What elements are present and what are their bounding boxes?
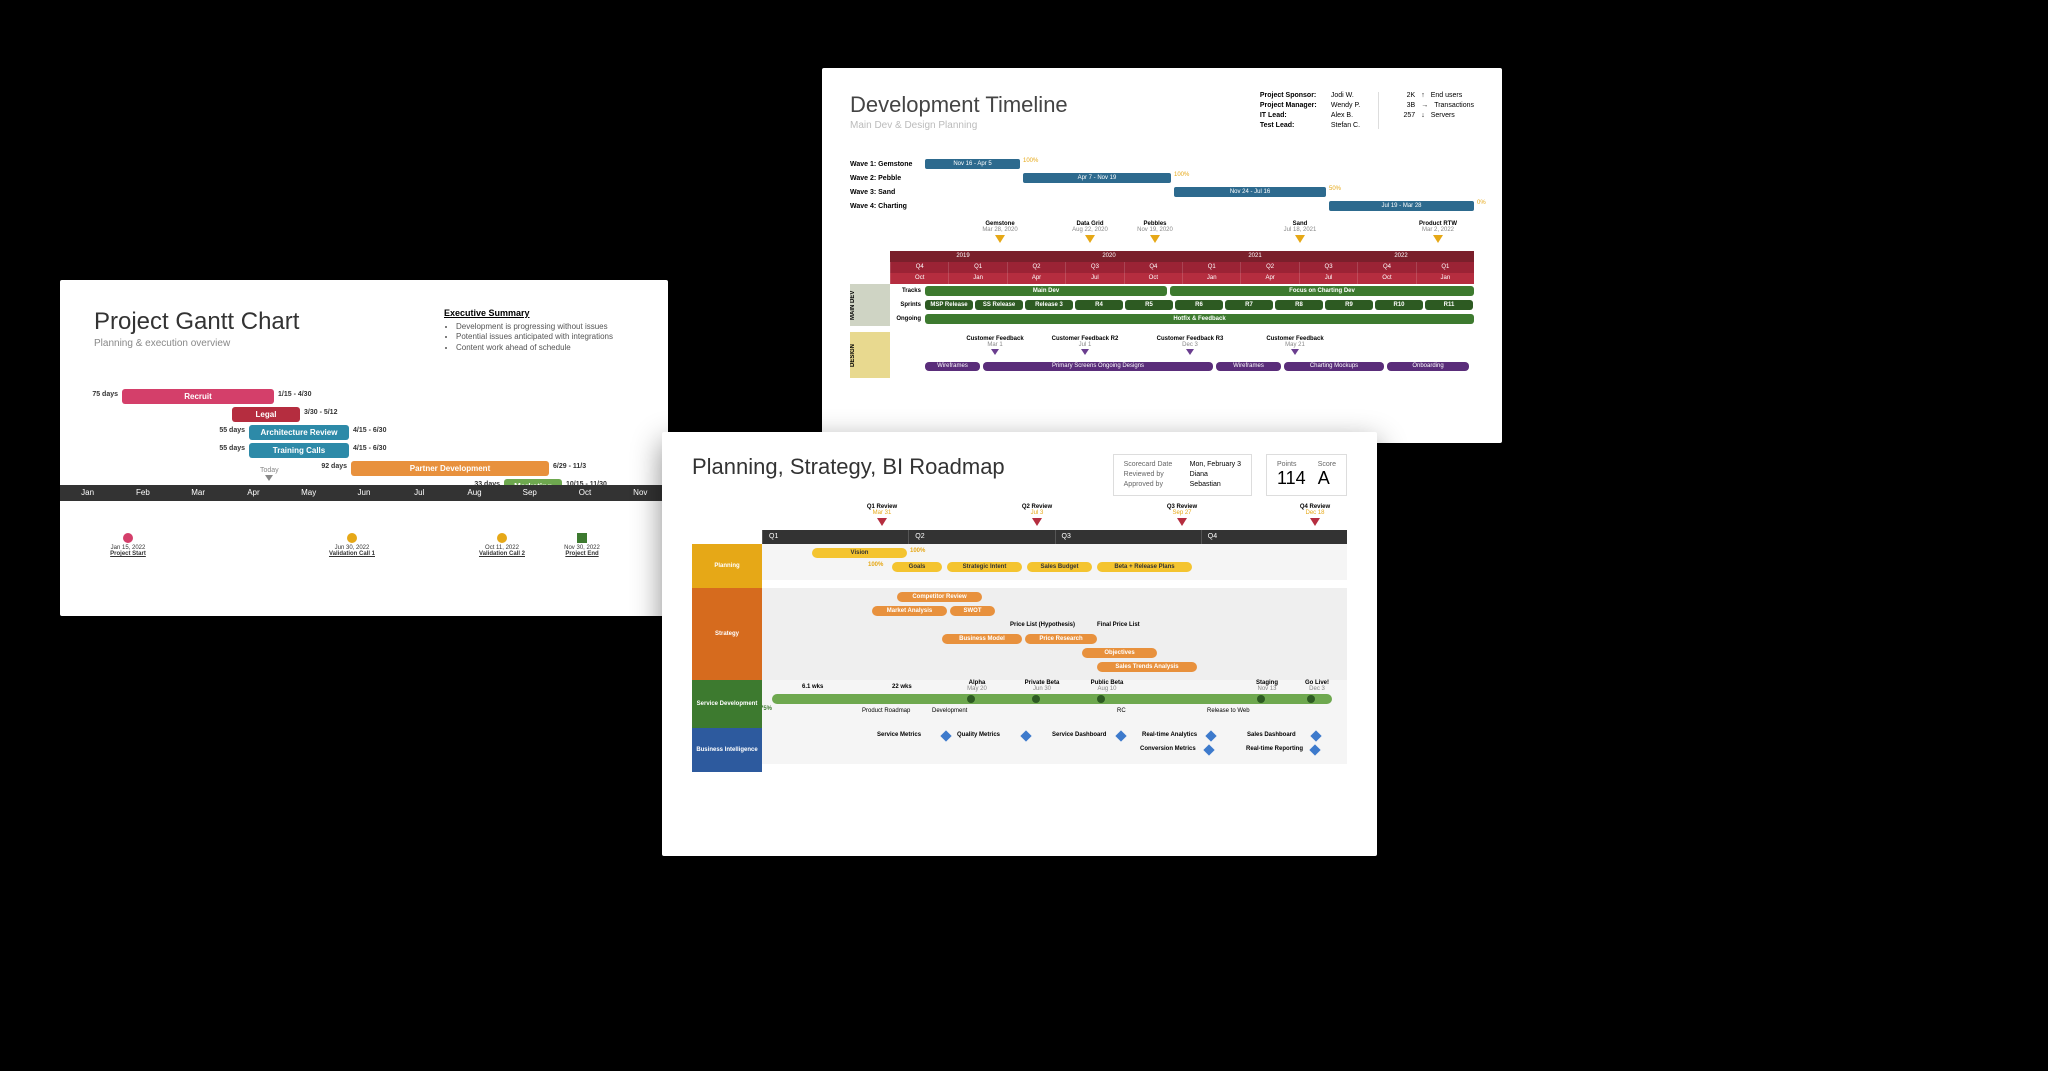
wave-milestones: GemstoneMar 28, 2020Data GridAug 22, 202…: [850, 221, 1474, 251]
waves: Wave 1: GemstoneNov 16 - Apr 5100%Wave 2…: [850, 157, 1474, 213]
lane-strategy: Strategy Competitor ReviewMarket Analysi…: [692, 588, 1347, 680]
roadmap-card: Planning, Strategy, BI Roadmap Scorecard…: [662, 432, 1377, 856]
exec-bullet: Development is progressing without issue…: [456, 322, 634, 332]
gantt-bar: Architecture Review: [249, 425, 349, 440]
gantt-card: Project Gantt Chart Planning & execution…: [60, 280, 668, 616]
gantt-bar: Training Calls: [249, 443, 349, 458]
dev-timeline-card: Development Timeline Main Dev & Design P…: [822, 68, 1502, 443]
milestone: Nov 30, 2022Project End: [552, 533, 612, 557]
main-dev-label: MAIN DEV: [850, 284, 890, 326]
wave-row: Wave 3: SandNov 24 - Jul 1650%: [850, 185, 1474, 199]
quarter-reviews: Q1 ReviewMar 31Q2 ReviewJul 3Q3 ReviewSe…: [692, 504, 1347, 530]
milestone: Jun 30, 2022Validation Call 1: [322, 533, 382, 557]
milestone: Jan 15, 2022Project Start: [98, 533, 158, 557]
dev-meta: Project Sponsor:Jodi W.Project Manager:W…: [1260, 92, 1474, 129]
wave-row: Wave 4: ChartingJul 19 - Mar 280%: [850, 199, 1474, 213]
calendar-strip: 2019202020212022 Q4Q1Q2Q3Q4Q1Q2Q3Q4Q1 Oc…: [850, 251, 1474, 284]
roadmap-meta: Scorecard DateMon, February 3Reviewed by…: [1113, 454, 1347, 496]
design-label: DESIGN: [850, 332, 890, 378]
lane-service-dev: Service Development AlphaMay 20Private B…: [692, 680, 1347, 728]
exec-summary: Executive Summary Development is progres…: [444, 308, 634, 353]
milestone: Oct 11, 2022Validation Call 2: [472, 533, 532, 557]
gantt-bar: Recruit: [122, 389, 274, 404]
quarter-bar: Q1 Q2 Q3 Q4: [692, 530, 1347, 544]
main-dev-section: MAIN DEV TracksMain DevFocus on Charting…: [850, 284, 1474, 326]
today-marker: Today: [260, 467, 279, 482]
milestone-row: Jan 15, 2022Project Start Jun 30, 2022Val…: [94, 533, 634, 573]
exec-summary-title: Executive Summary: [444, 308, 634, 318]
exec-bullet: Content work ahead of schedule: [456, 343, 634, 353]
wave-row: Wave 2: PebbleApr 7 - Nov 19100%: [850, 171, 1474, 185]
lane-business-intelligence: Business Intelligence Service MetricsQua…: [692, 728, 1347, 772]
month-axis: JanFebMarAprMayJunJulAugSepOctNov: [60, 485, 668, 501]
gantt-bar: Partner Development: [351, 461, 549, 476]
design-section: DESIGN Customer FeedbackMar 1Customer Fe…: [850, 332, 1474, 378]
gantt-bar: Legal Agreements: [232, 407, 300, 422]
wave-row: Wave 1: GemstoneNov 16 - Apr 5100%: [850, 157, 1474, 171]
exec-bullet: Potential issues anticipated with integr…: [456, 332, 634, 342]
lane-planning: Planning Vision100%Goals100%Strategic In…: [692, 544, 1347, 588]
